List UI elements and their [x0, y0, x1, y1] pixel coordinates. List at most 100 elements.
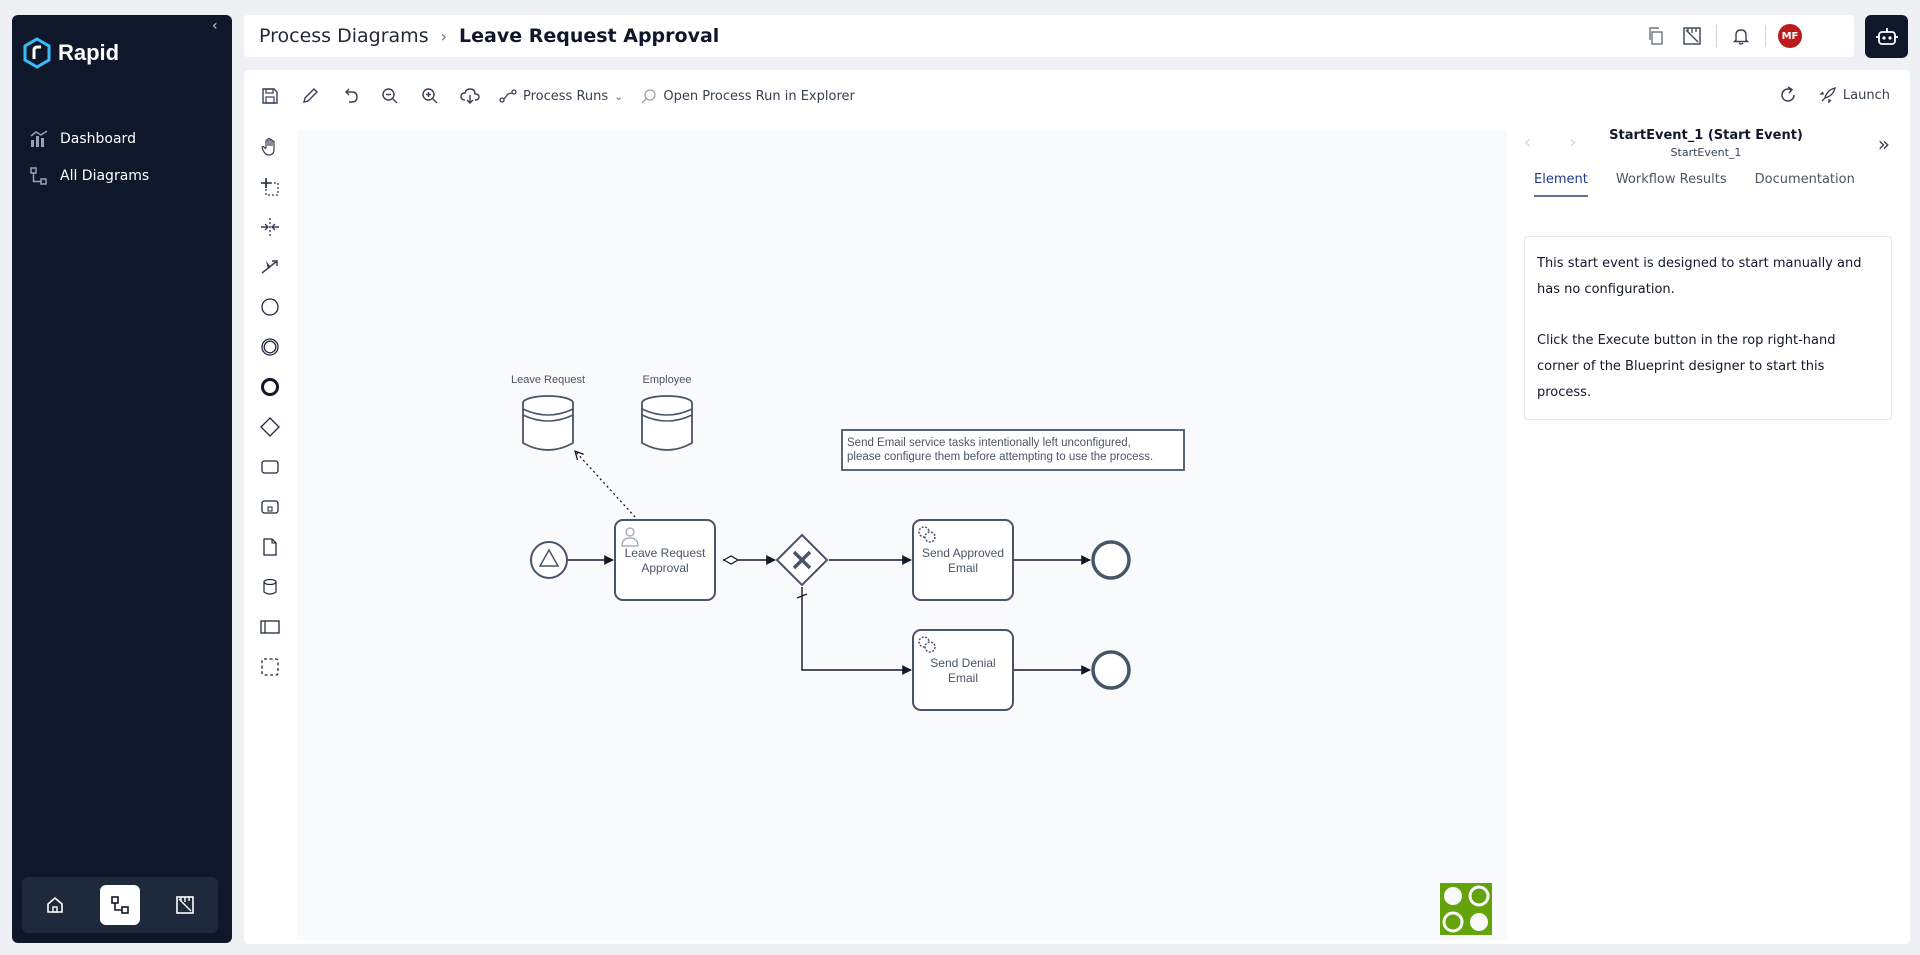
diagram-editor: Process Runs ⌄ Open Process Run in Explo… — [244, 70, 1910, 944]
diagrams-button[interactable] — [99, 885, 140, 925]
ruler-button[interactable] — [165, 885, 205, 925]
group-tool[interactable] — [258, 655, 282, 679]
cloud-download-icon — [460, 88, 480, 104]
start-event-tool[interactable] — [258, 295, 282, 319]
undo-icon — [345, 88, 358, 103]
sidebar-item-label: Dashboard — [60, 130, 136, 147]
conditional-flow-diamond-icon — [722, 555, 740, 565]
header-bar: Process Diagrams › Leave Request Approva… — [244, 15, 1854, 57]
breadcrumb-parent[interactable]: Process Diagrams — [259, 25, 429, 47]
svg-text:Send Approved: Send Approved — [922, 546, 1004, 560]
ruler-button[interactable] — [1680, 24, 1704, 48]
data-association[interactable] — [575, 451, 636, 518]
pool-tool[interactable] — [258, 615, 282, 639]
service-task-send-denial-email[interactable]: Send Denial Email — [912, 629, 1014, 711]
svg-text:Leave Request: Leave Request — [511, 374, 585, 386]
chevron-down-icon: ⌄ — [614, 89, 624, 103]
group-icon — [261, 658, 279, 676]
data-store-leave-request[interactable]: Leave Request — [511, 374, 585, 451]
data-store-employee[interactable]: Employee — [641, 374, 693, 451]
svg-text:Leave Request: Leave Request — [625, 546, 706, 560]
app-logo[interactable]: Rapid — [22, 37, 119, 69]
data-object-tool[interactable] — [258, 535, 282, 559]
zoom-out-button[interactable] — [379, 85, 401, 107]
sidebar-item-all-diagrams[interactable]: All Diagrams — [30, 157, 149, 194]
element-description: This start event is designed to start ma… — [1524, 236, 1892, 420]
element-title: StartEvent_1 (Start Event) — [1609, 128, 1803, 143]
lasso-icon — [261, 178, 279, 196]
collapse-sidebar-button[interactable]: ‹ — [212, 19, 226, 33]
puzzle-icon — [1440, 883, 1492, 935]
service-task-send-approved-email[interactable]: Send Approved Email — [912, 519, 1014, 601]
space-tool[interactable] — [258, 215, 282, 239]
home-icon — [46, 896, 63, 913]
rocket-icon — [1819, 87, 1836, 104]
open-in-explorer-button[interactable]: Open Process Run in Explorer — [641, 88, 855, 104]
copy-button[interactable] — [1644, 24, 1668, 48]
exclusive-gateway[interactable] — [775, 533, 829, 587]
zoom-in-button[interactable] — [419, 85, 441, 107]
process-runs-dropdown[interactable]: Process Runs ⌄ — [499, 89, 623, 104]
bell-icon — [1732, 29, 1750, 45]
robot-icon — [1875, 27, 1898, 45]
undo-button[interactable] — [339, 85, 361, 107]
end-event-tool[interactable] — [258, 375, 282, 399]
tab-element[interactable]: Element — [1534, 172, 1588, 197]
bpmn-diagram: Leave Request Employee Send Email servic… — [511, 374, 1492, 935]
save-button[interactable] — [259, 85, 281, 107]
properties-panel: ‹ › StartEvent_1 (Start Event) StartEven… — [1516, 124, 1896, 924]
text-annotation[interactable]: Send Email service tasks intentionally l… — [841, 429, 1185, 471]
element-id: StartEvent_1 — [1670, 146, 1742, 159]
app-name: Rapid — [58, 40, 120, 65]
end-event-approved[interactable] — [1091, 540, 1131, 580]
refresh-button[interactable] — [1777, 84, 1799, 106]
search-icon — [641, 89, 657, 104]
home-button[interactable] — [35, 885, 75, 925]
process-runs-label: Process Runs — [523, 88, 609, 104]
launch-button[interactable]: Launch — [1819, 86, 1890, 104]
svg-text:Email: Email — [948, 561, 978, 575]
sidebar-item-dashboard[interactable]: Dashboard — [30, 120, 149, 157]
diagram-canvas[interactable]: Leave Request Employee Send Email servic… — [297, 130, 1507, 940]
svg-text:please configure them before a: please configure them before attempting … — [847, 451, 1153, 463]
connect-tool[interactable] — [258, 255, 282, 279]
svg-text:Send Denial: Send Denial — [930, 656, 995, 670]
task-tool[interactable] — [258, 455, 282, 479]
data-object-icon — [263, 538, 277, 556]
intermediate-event-tool[interactable] — [258, 335, 282, 359]
end-event-denied[interactable] — [1091, 650, 1131, 690]
end-event-icon — [261, 378, 279, 396]
user-task-leave-request-approval[interactable]: Leave Request Approval — [614, 519, 716, 601]
expand-panel-button[interactable]: » — [1878, 132, 1890, 156]
start-event[interactable] — [530, 541, 568, 579]
svg-text:Employee: Employee — [643, 374, 692, 386]
connect-icon — [261, 260, 278, 274]
avatar[interactable]: MF — [1778, 24, 1802, 48]
copy-icon — [1649, 27, 1663, 45]
breadcrumb-separator-icon: › — [440, 26, 447, 46]
assistant-button[interactable] — [1865, 15, 1908, 58]
tab-documentation[interactable]: Documentation — [1755, 172, 1855, 197]
tab-workflow-results[interactable]: Workflow Results — [1616, 172, 1727, 197]
page-title: Leave Request Approval — [459, 25, 720, 47]
data-store-icon — [263, 578, 277, 595]
sidebar-nav: Dashboard All Diagrams — [30, 120, 149, 194]
header-actions: MF — [1644, 24, 1802, 48]
hand-icon — [261, 137, 275, 156]
data-store-tool[interactable] — [258, 575, 282, 599]
svg-text:Email: Email — [948, 671, 978, 685]
hand-tool[interactable] — [258, 135, 282, 159]
intermediate-event-icon — [261, 338, 279, 356]
notifications-button[interactable] — [1729, 24, 1753, 48]
lasso-tool[interactable] — [258, 175, 282, 199]
sidebar: ‹ Rapid Dashboard All Diagrams — [12, 15, 232, 943]
cloud-download-button[interactable] — [459, 85, 481, 107]
gateway-tool[interactable] — [258, 415, 282, 439]
sequence-flow-default[interactable] — [801, 587, 912, 675]
subprocess-tool[interactable] — [258, 495, 282, 519]
properties-tabs: Element Workflow Results Documentation — [1534, 172, 1855, 197]
edit-button[interactable] — [299, 85, 321, 107]
refresh-icon — [1781, 86, 1795, 102]
ruler-icon — [176, 896, 195, 914]
process-runs-icon — [499, 89, 517, 103]
